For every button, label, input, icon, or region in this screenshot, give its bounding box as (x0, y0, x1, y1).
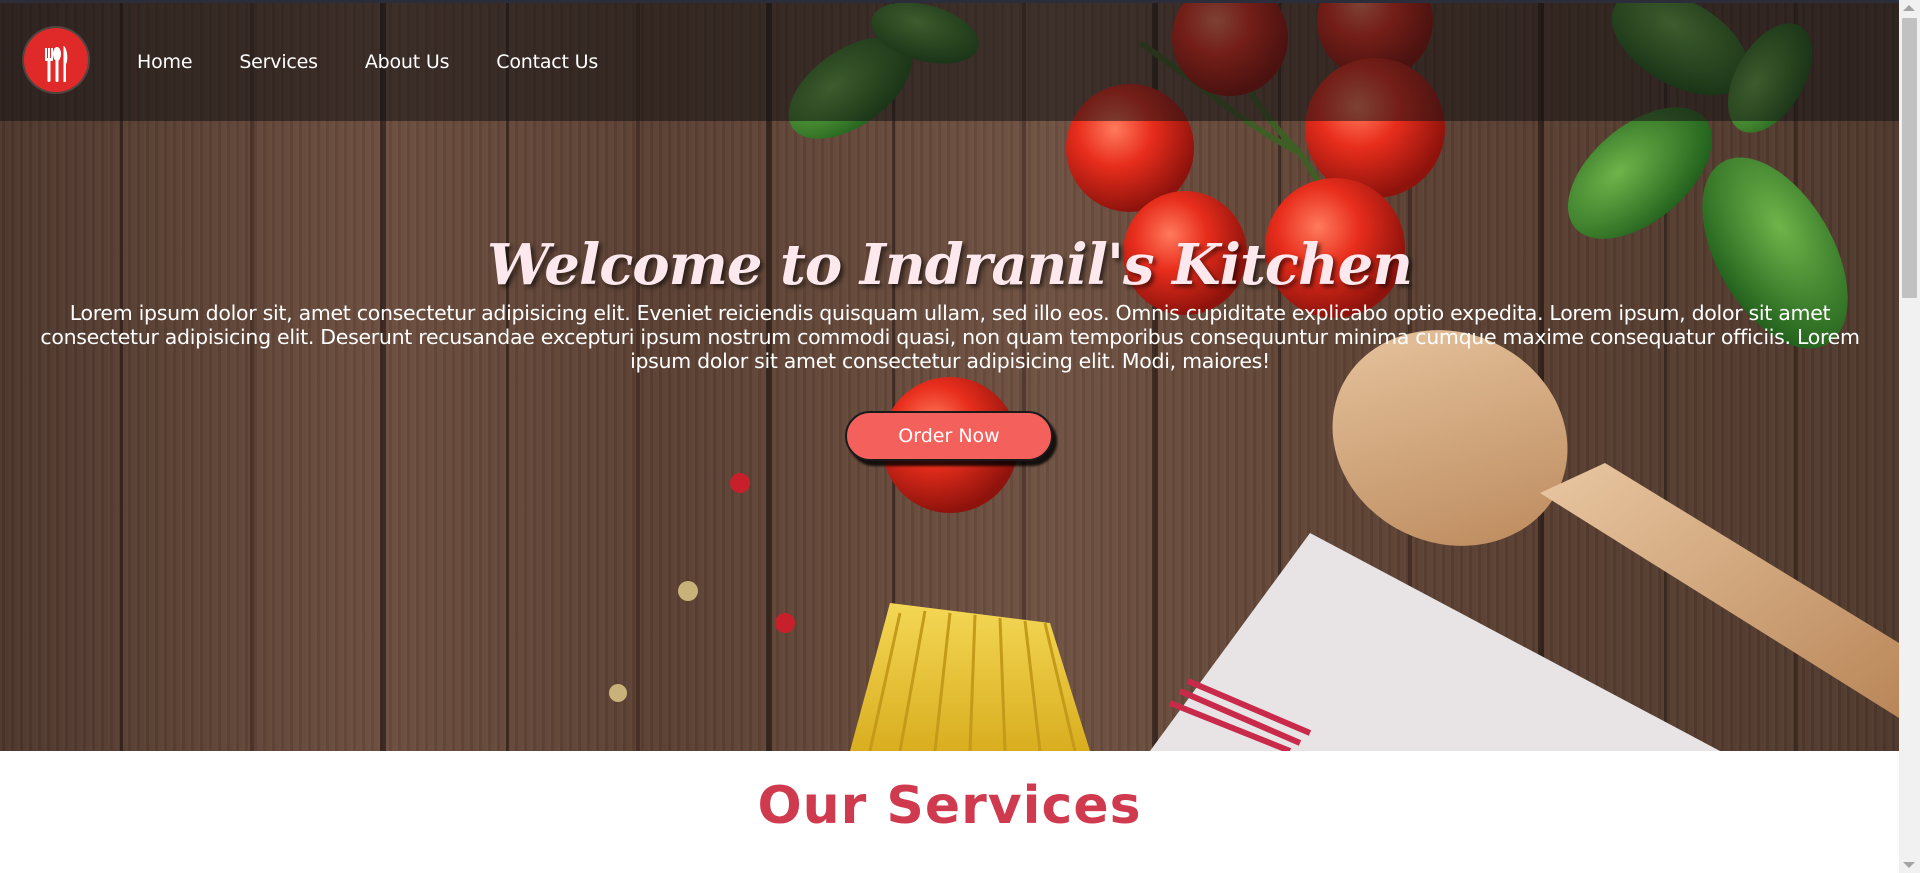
spaghetti (850, 603, 1090, 751)
services-section-title: Our Services (757, 776, 1142, 836)
restaurant-cutlery-icon[interactable] (24, 28, 88, 92)
order-now-button[interactable]: Order Now (845, 411, 1053, 461)
hero-title: Welcome to Indranil's Kitchen (486, 232, 1413, 298)
nav-link-about-us[interactable]: About Us (365, 51, 450, 73)
peppercorn (775, 613, 795, 633)
nav-link-home[interactable]: Home (137, 51, 193, 73)
peppercorn (609, 684, 627, 702)
peppercorn (678, 581, 698, 601)
hero-paragraph: Lorem ipsum dolor sit, amet consectetur … (40, 301, 1860, 373)
peppercorn (730, 473, 750, 493)
nav-links: Home Services About Us Contact Us (137, 51, 645, 73)
top-border (0, 0, 1899, 3)
scroll-thumb[interactable] (1902, 18, 1917, 298)
scroll-down-arrow-icon[interactable] (1903, 862, 1915, 868)
page-scrollbar[interactable] (1899, 0, 1920, 873)
navbar: Home Services About Us Contact Us (0, 3, 1899, 121)
scroll-up-arrow-icon[interactable] (1903, 5, 1915, 11)
nav-link-contact-us[interactable]: Contact Us (496, 51, 598, 73)
nav-link-services[interactable]: Services (239, 51, 318, 73)
